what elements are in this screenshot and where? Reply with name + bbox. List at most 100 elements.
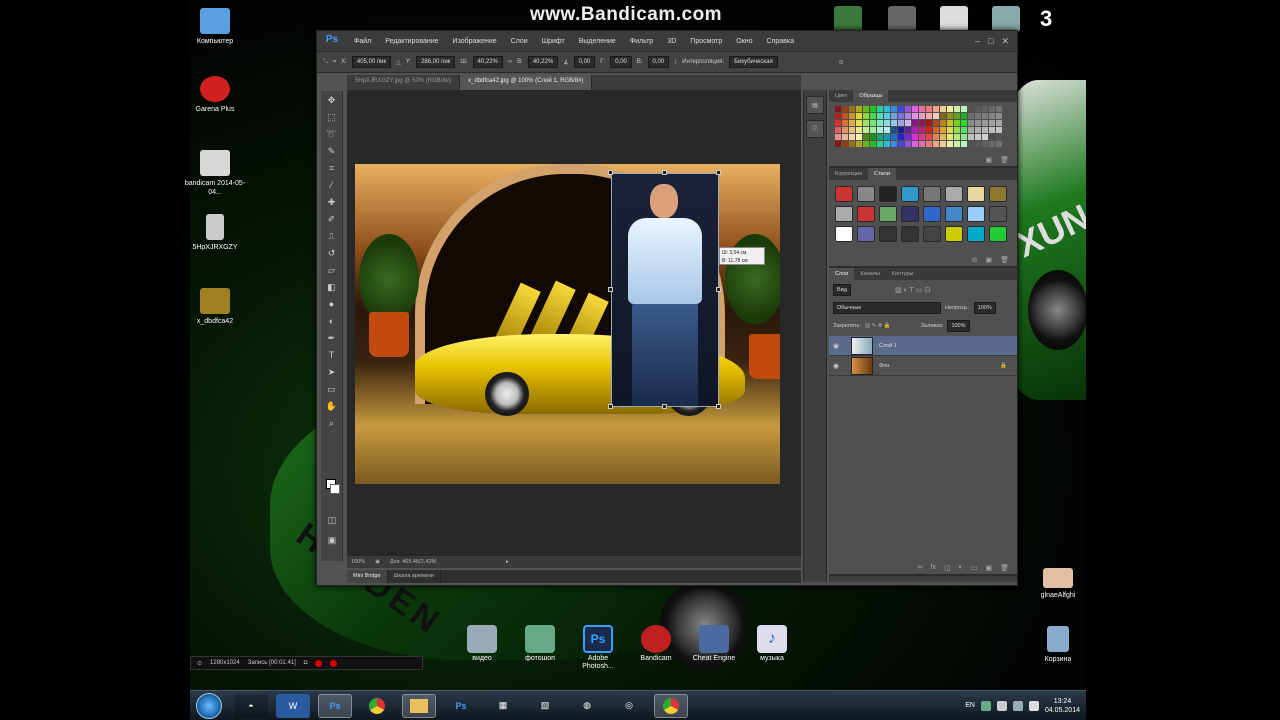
shape-tool-icon[interactable]: ▭ [324, 382, 340, 397]
transform-handle[interactable] [716, 404, 721, 409]
color-swatch[interactable] [968, 113, 974, 119]
opacity-field[interactable]: 100% [973, 302, 996, 314]
color-swatch[interactable] [996, 113, 1002, 119]
layer-style-preset[interactable] [857, 206, 875, 222]
color-swatch[interactable] [961, 113, 967, 119]
menu-select[interactable]: Выделение [572, 38, 623, 45]
quick-mask-icon[interactable]: ◫ [324, 513, 340, 528]
layer-style-preset[interactable] [989, 226, 1007, 242]
color-swatch[interactable] [926, 113, 932, 119]
dock-item-bandicam[interactable]: Bandicam [634, 625, 678, 671]
color-swatch[interactable] [898, 141, 904, 147]
visibility-eye-icon[interactable]: ◉ [833, 342, 841, 350]
tab-layers[interactable]: Слои [829, 268, 855, 280]
layer-style-preset[interactable] [879, 206, 897, 222]
menu-window[interactable]: Окно [729, 38, 759, 45]
desktop-icon-x-dbdfca42[interactable]: x_dbdfca42 [183, 288, 247, 326]
color-swatch[interactable] [982, 127, 988, 133]
link-layers-icon[interactable]: ∞ [918, 564, 923, 572]
color-swatch[interactable] [989, 127, 995, 133]
cancel-transform-icon[interactable]: ⊘ [839, 59, 844, 66]
lasso-tool-icon[interactable]: ➰ [324, 127, 340, 142]
hand-tool-icon[interactable]: ✋ [324, 399, 340, 414]
taskbar-chrome[interactable] [360, 694, 394, 718]
layer-style-preset[interactable] [967, 206, 985, 222]
color-swatch[interactable] [842, 120, 848, 126]
color-swatch[interactable] [996, 120, 1002, 126]
relative-icon[interactable]: △ [396, 59, 401, 66]
screen-mode-icon[interactable]: ▣ [324, 533, 340, 548]
dock-item-video[interactable]: видео [460, 625, 504, 671]
taskbar-network[interactable]: ▦ [486, 694, 520, 718]
color-swatch[interactable] [989, 141, 995, 147]
color-swatch[interactable] [856, 141, 862, 147]
color-swatch[interactable] [849, 141, 855, 147]
tab-color[interactable]: Цвет [829, 90, 853, 102]
color-swatch[interactable] [835, 134, 841, 140]
color-swatch[interactable] [968, 141, 974, 147]
color-swatch[interactable] [926, 106, 932, 112]
menu-type[interactable]: Шрифт [535, 38, 572, 45]
color-swatch[interactable] [898, 134, 904, 140]
marquee-tool-icon[interactable]: ⬚ [324, 110, 340, 125]
info-panel-icon[interactable]: ⓘ [806, 120, 824, 138]
color-swatch[interactable] [954, 127, 960, 133]
menu-3d[interactable]: 3D [660, 38, 683, 45]
delete-style-icon[interactable]: 🗑 [1000, 256, 1009, 264]
color-swatch[interactable] [933, 106, 939, 112]
color-swatch[interactable] [954, 141, 960, 147]
color-swatch[interactable] [898, 127, 904, 133]
color-swatch[interactable] [933, 134, 939, 140]
color-swatch[interactable] [835, 141, 841, 147]
y-field[interactable]: 286,00 пик [416, 56, 456, 68]
tab-mini-bridge[interactable]: Mini Bridge [347, 570, 388, 583]
height-field[interactable]: 40,22% [527, 56, 559, 68]
layer-row-1[interactable]: ◉ Слой 1 [829, 336, 1017, 356]
menu-view[interactable]: Просмотр [683, 38, 729, 45]
color-swatch[interactable] [982, 113, 988, 119]
layer-style-preset[interactable] [835, 226, 853, 242]
color-swatch[interactable] [912, 106, 918, 112]
group-icon[interactable]: ▭ [971, 564, 978, 572]
color-swatch[interactable] [863, 141, 869, 147]
style-grid[interactable] [829, 180, 1017, 248]
dock-item-photoshop-folder[interactable]: фотошоп [518, 625, 562, 671]
color-swatch[interactable] [835, 113, 841, 119]
angle-field[interactable]: 0,00 [573, 56, 596, 68]
layer-style-preset[interactable] [923, 186, 941, 202]
color-swatch[interactable] [891, 113, 897, 119]
color-swatch[interactable] [842, 113, 848, 119]
color-swatch[interactable] [933, 127, 939, 133]
interpolation-select[interactable]: Бикубическая [729, 56, 778, 68]
color-swatch[interactable] [919, 141, 925, 147]
lock-icons[interactable]: ▨ ✎ ✥ 🔒 [865, 323, 891, 329]
warp-icon[interactable]: ⌇ [674, 59, 677, 66]
color-swatch[interactable] [968, 120, 974, 126]
color-swatch[interactable] [891, 127, 897, 133]
clock[interactable]: 13:24 04.05.2014 [1045, 697, 1080, 715]
color-swatch[interactable] [905, 113, 911, 119]
color-swatch[interactable] [954, 113, 960, 119]
language-indicator[interactable]: EN [965, 702, 975, 709]
new-layer-icon[interactable]: ▣ [985, 564, 992, 572]
layer-name[interactable]: Слой 1 [879, 343, 897, 349]
color-swatch[interactable] [842, 106, 848, 112]
color-swatch[interactable] [870, 141, 876, 147]
link-icon[interactable]: ∞ [508, 59, 512, 65]
color-swatch[interactable] [884, 134, 890, 140]
layer-style-preset[interactable] [879, 186, 897, 202]
taskbar-explorer[interactable] [402, 693, 436, 718]
color-swatch[interactable] [933, 120, 939, 126]
flag-icon[interactable] [996, 700, 1007, 711]
layer-style-preset[interactable] [901, 226, 919, 242]
fill-field[interactable]: 100% [947, 320, 970, 332]
color-swatch[interactable] [975, 113, 981, 119]
color-swatch[interactable] [919, 113, 925, 119]
layer-style-preset[interactable] [989, 186, 1007, 202]
tab-adjustments[interactable]: Коррекция [829, 168, 868, 180]
reference-point-icon[interactable]: ⌗ [333, 59, 336, 66]
taskbar-garena[interactable]: ◓ [234, 693, 268, 718]
color-swatch[interactable] [947, 120, 953, 126]
color-swatch[interactable] [954, 120, 960, 126]
color-swatch[interactable] [933, 113, 939, 119]
